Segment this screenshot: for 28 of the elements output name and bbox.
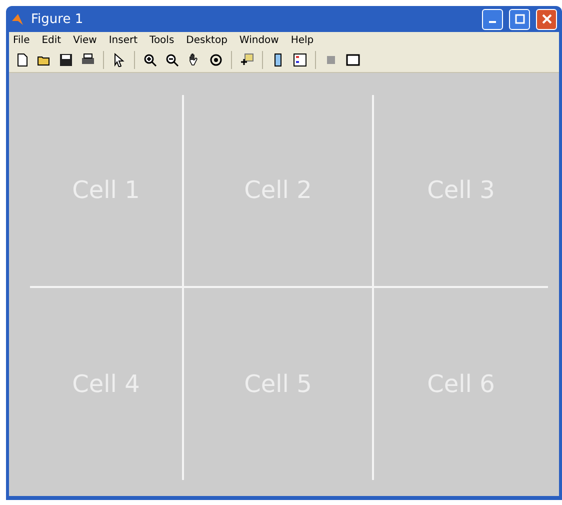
rotate-icon (209, 53, 223, 67)
menu-item[interactable]: File (13, 35, 30, 46)
square-icon (324, 53, 338, 67)
pointer-icon (112, 53, 126, 67)
close-icon (542, 14, 552, 24)
maximize-button[interactable] (509, 8, 530, 30)
menu-item[interactable]: Desktop (186, 35, 228, 46)
legend-icon (293, 53, 307, 67)
menu-item[interactable]: Edit (42, 35, 62, 46)
menu-item[interactable]: Insert (108, 35, 138, 46)
app-logo-icon (11, 12, 25, 26)
toolbar-button[interactable] (57, 51, 75, 69)
menu-item[interactable]: Window (239, 35, 279, 46)
zoom-out-icon (165, 53, 179, 67)
maximize-icon (514, 14, 524, 24)
data-cursor-icon (240, 53, 254, 67)
minimize-button[interactable] (482, 8, 503, 30)
toolbar-button[interactable] (291, 51, 309, 69)
window-title: Figure 1 (31, 12, 84, 26)
menu-item[interactable]: Tools (150, 35, 174, 46)
menu-item[interactable]: View (73, 35, 97, 46)
save-icon (59, 53, 73, 67)
printer-icon (81, 53, 95, 67)
frame-icon (346, 53, 360, 67)
new-file-icon (15, 53, 29, 67)
zoom-in-icon (143, 53, 157, 67)
close-button[interactable] (536, 8, 557, 30)
menu-item[interactable]: Help (290, 35, 314, 46)
